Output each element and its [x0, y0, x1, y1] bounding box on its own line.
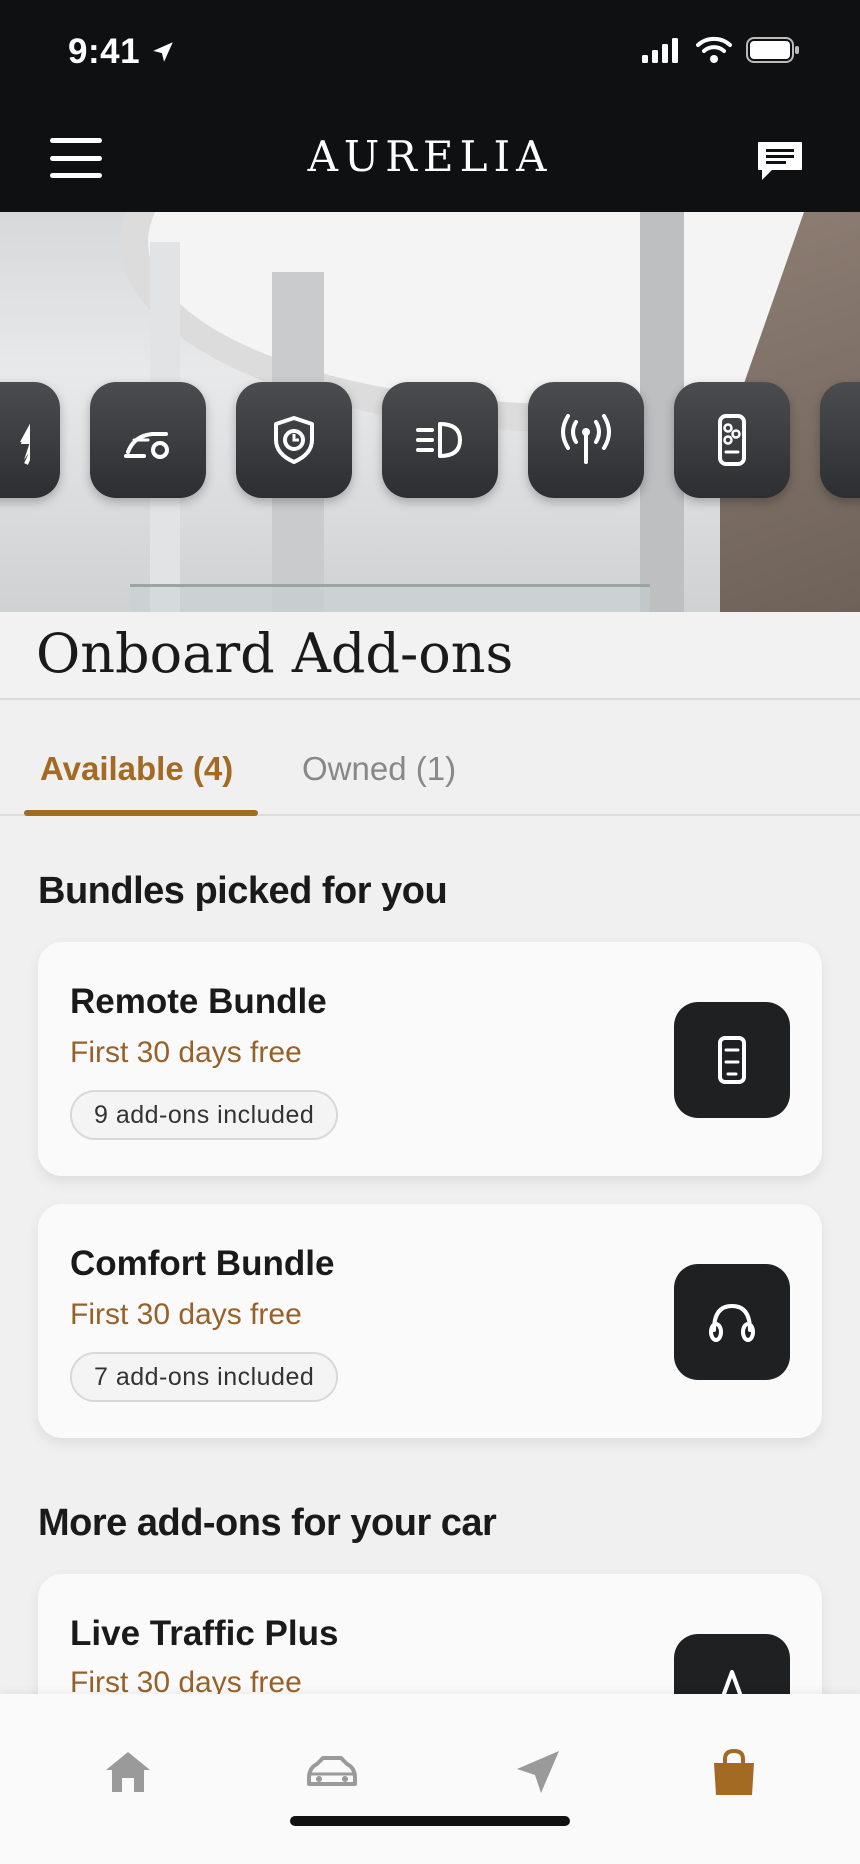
tab-available[interactable]: Available (4): [40, 750, 233, 788]
nav-navigation[interactable]: [508, 1742, 568, 1802]
feature-tile[interactable]: [90, 382, 206, 498]
chat-icon: [758, 142, 802, 180]
top-bar: 9:41 AURELIA: [0, 0, 860, 212]
feature-icon-strip[interactable]: [0, 382, 860, 498]
page-title: Onboard Add-ons: [36, 622, 514, 685]
charging-icon: [20, 423, 30, 465]
card-title: Remote Bundle: [70, 982, 327, 1021]
bundle-card-comfort[interactable]: Comfort Bundle First 30 days free 7 add-…: [38, 1204, 822, 1438]
feature-tile[interactable]: [820, 382, 860, 498]
hero-railing: [130, 584, 650, 612]
card-offer: First 30 days free: [70, 1298, 302, 1331]
hero-banner: [0, 212, 860, 612]
brand-title: AURELIA: [307, 132, 553, 181]
status-icons: [642, 36, 800, 64]
nav-car[interactable]: [302, 1742, 362, 1802]
tab-active-indicator: [24, 810, 258, 816]
chat-button[interactable]: [754, 138, 806, 182]
phone-remote-icon: [718, 1036, 746, 1084]
card-title: Live Traffic Plus: [70, 1614, 339, 1653]
feature-tile[interactable]: [0, 382, 60, 498]
card-icon-tile: [674, 1264, 790, 1380]
card-offer: First 30 days free: [70, 1036, 302, 1069]
location-arrow-icon: [153, 42, 173, 62]
speedometer-icon: [124, 432, 169, 459]
feature-tile[interactable]: [382, 382, 498, 498]
home-indicator[interactable]: [290, 1816, 570, 1826]
card-icon-tile: [674, 1002, 790, 1118]
addons-count-badge: 7 add-ons included: [70, 1352, 339, 1402]
tab-owned[interactable]: Owned (1): [302, 750, 456, 788]
status-time: 9:41: [68, 32, 176, 72]
feature-tile[interactable]: [528, 382, 644, 498]
more-addons-section-title: More add-ons for your car: [38, 1502, 497, 1544]
headphones-icon: [709, 1303, 755, 1342]
bundle-card-remote[interactable]: Remote Bundle First 30 days free 9 add-o…: [38, 942, 822, 1176]
navigation-arrow-icon: [517, 1751, 559, 1793]
shop-bag-icon: [714, 1748, 754, 1795]
feature-tile[interactable]: [236, 382, 352, 498]
home-icon: [106, 1752, 150, 1792]
wifi-icon: [696, 36, 732, 63]
page-title-bar: Onboard Add-ons: [0, 612, 860, 700]
feature-tile[interactable]: [674, 382, 790, 498]
nav-shop[interactable]: [704, 1742, 764, 1802]
remote-key-icon: [718, 414, 746, 466]
security-shield-icon: [274, 416, 314, 464]
signal-icon: [642, 38, 678, 63]
more-icon: [850, 412, 860, 468]
antenna-icon: [561, 414, 611, 464]
nav-home[interactable]: [98, 1742, 158, 1802]
car-icon: [307, 1756, 357, 1786]
status-time-text: 9:41: [68, 32, 141, 71]
addons-count-badge: 9 add-ons included: [70, 1090, 339, 1140]
headlight-icon: [416, 422, 462, 458]
bundles-section-title: Bundles picked for you: [38, 870, 448, 912]
bottom-navigation: [0, 1694, 860, 1864]
card-title: Comfort Bundle: [70, 1244, 335, 1283]
tab-bar: Available (4) Owned (1): [0, 700, 860, 816]
battery-icon: [746, 37, 799, 63]
